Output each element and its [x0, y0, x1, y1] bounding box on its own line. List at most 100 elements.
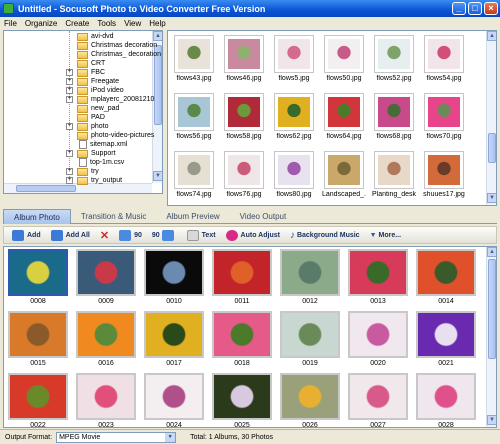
- album-photo[interactable]: 0025: [210, 373, 274, 428]
- close-button[interactable]: ×: [484, 2, 498, 15]
- photo-thumbnail: [424, 93, 464, 131]
- scroll-thumb[interactable]: [488, 133, 496, 163]
- album-photo[interactable]: 0019: [278, 311, 342, 373]
- gallery-item[interactable]: flows80.jpg: [272, 151, 316, 201]
- album-photo-label: 0017: [166, 360, 182, 367]
- output-format-select[interactable]: MPEG Movie ▼: [56, 431, 177, 443]
- album-photo[interactable]: 0020: [346, 311, 410, 373]
- gallery-item[interactable]: flows52.jpg: [372, 35, 416, 85]
- album-photo-label: 0008: [30, 298, 46, 305]
- gallery-item[interactable]: flows76.jpg: [222, 151, 266, 201]
- menu-create[interactable]: Create: [65, 19, 89, 28]
- tree-item-label: Christmas_ decoration: [91, 51, 162, 58]
- menu-tools[interactable]: Tools: [97, 19, 116, 28]
- add-all-button[interactable]: Add All: [50, 229, 90, 241]
- album-photo[interactable]: 0014: [414, 249, 478, 311]
- album-photo[interactable]: 0026: [278, 373, 342, 427]
- album-photo[interactable]: 0018: [210, 311, 274, 373]
- photo-thumbnail: [212, 311, 272, 358]
- album-photo[interactable]: 0009: [74, 249, 138, 311]
- menu-view[interactable]: View: [124, 19, 141, 28]
- gallery-item[interactable]: flows54.jpg: [422, 35, 466, 85]
- maximize-button[interactable]: □: [468, 2, 482, 15]
- gallery-item[interactable]: Landscaped_...: [322, 151, 366, 201]
- album-photo[interactable]: 0010: [142, 249, 206, 311]
- delete-button[interactable]: ✕: [100, 229, 109, 242]
- menu-organize[interactable]: Organize: [25, 19, 57, 28]
- album-photo-label: 0025: [234, 422, 250, 428]
- photo-thumbnail: [416, 311, 476, 358]
- expand-icon[interactable]: +: [66, 69, 73, 76]
- gallery-item[interactable]: flows46.jpg: [222, 35, 266, 85]
- album-photo[interactable]: 0015: [6, 311, 70, 373]
- album-photo[interactable]: 0024: [142, 373, 206, 427]
- menu-bar: File Organize Create Tools View Help: [0, 17, 500, 29]
- gallery-item[interactable]: flows70.jpg: [422, 93, 466, 143]
- gallery-item[interactable]: flows68.jpg: [372, 93, 416, 143]
- tree-item-label: CRT: [91, 60, 106, 67]
- tab-transition-music[interactable]: Transition & Music: [71, 209, 157, 224]
- album-photo[interactable]: 0021: [414, 311, 478, 373]
- minimize-button[interactable]: _: [452, 2, 466, 15]
- more-button[interactable]: ▼ More...: [370, 232, 402, 239]
- expand-icon[interactable]: +: [66, 150, 73, 157]
- photo-thumbnail: [348, 249, 408, 296]
- gallery-item[interactable]: flows50.jpg: [322, 35, 366, 85]
- scroll-thumb-horizontal[interactable]: [16, 185, 76, 192]
- gallery-item[interactable]: shuues17.jpg: [422, 151, 466, 201]
- expand-icon[interactable]: +: [66, 168, 73, 175]
- gallery-item-label: flows52.jpg: [376, 75, 412, 82]
- album-photo[interactable]: 0023: [74, 373, 138, 428]
- tab-album-preview[interactable]: Album Preview: [156, 209, 229, 224]
- gallery-item[interactable]: flows56.jpg: [172, 93, 216, 143]
- expand-icon[interactable]: +: [66, 87, 73, 94]
- rotate-left-button[interactable]: 90: [119, 229, 142, 241]
- album-photo-label: 0014: [438, 298, 454, 305]
- tree-item[interactable]: + try_output: [66, 175, 122, 186]
- rotate-right-button[interactable]: 90: [152, 229, 177, 241]
- album-photo[interactable]: 0028: [414, 373, 478, 427]
- gallery-item[interactable]: flows74.jpg: [172, 151, 216, 201]
- scroll-down-arrow[interactable]: ▼: [487, 193, 496, 203]
- scroll-up-arrow[interactable]: ▲: [487, 31, 496, 41]
- album-scrollbar[interactable]: ▲ ▼: [486, 247, 496, 427]
- album-photo[interactable]: 0017: [142, 311, 206, 373]
- gallery-item[interactable]: flows5.jpg: [272, 35, 316, 85]
- expand-icon[interactable]: +: [66, 177, 73, 184]
- gallery-item[interactable]: flows43.jpg: [172, 35, 216, 85]
- background-music-button[interactable]: ♪ Background Music: [290, 230, 360, 241]
- text-button[interactable]: Text: [186, 229, 216, 241]
- menu-file[interactable]: File: [4, 19, 17, 28]
- expand-icon[interactable]: +: [66, 78, 73, 85]
- menu-help[interactable]: Help: [149, 19, 165, 28]
- album-photo[interactable]: 0012: [278, 249, 342, 311]
- gallery-item[interactable]: flows62.jpg: [272, 93, 316, 143]
- tab-album-photo[interactable]: Album Photo: [3, 209, 71, 224]
- album-photo[interactable]: 0008: [6, 249, 70, 311]
- album-photo-label: 0016: [98, 360, 114, 367]
- album-photo[interactable]: 0011: [210, 249, 274, 311]
- photo-thumbnail: [224, 151, 264, 189]
- scroll-down-arrow[interactable]: ▼: [153, 171, 162, 181]
- gallery-item[interactable]: flows58.jpg: [222, 93, 266, 143]
- tree-item-label: mplayerc_20081210: [91, 96, 155, 103]
- scroll-down-arrow[interactable]: ▼: [487, 415, 496, 425]
- scroll-up-arrow[interactable]: ▲: [487, 247, 496, 257]
- expand-icon[interactable]: +: [66, 123, 73, 130]
- gallery-item[interactable]: flows64.jpg: [322, 93, 366, 143]
- album-photo[interactable]: 0016: [74, 311, 138, 373]
- album-photo[interactable]: 0027: [346, 373, 410, 427]
- gallery-item[interactable]: Planting_desk...: [372, 151, 416, 201]
- expand-icon[interactable]: +: [66, 96, 73, 103]
- photo-thumbnail: [212, 249, 272, 296]
- tab-video-output[interactable]: Video Output: [230, 209, 297, 224]
- album-photo-label: 0023: [98, 422, 114, 428]
- add-button[interactable]: Add: [12, 229, 41, 241]
- photo-thumbnail: [8, 373, 68, 420]
- scroll-thumb[interactable]: [488, 259, 496, 359]
- gallery-scrollbar[interactable]: ▲ ▼: [486, 31, 496, 205]
- album-photo[interactable]: 0022: [6, 373, 70, 427]
- auto-adjust-button[interactable]: Auto Adjust: [225, 229, 280, 241]
- album-photo[interactable]: 0013: [346, 249, 410, 311]
- photo-thumbnail: [212, 373, 272, 420]
